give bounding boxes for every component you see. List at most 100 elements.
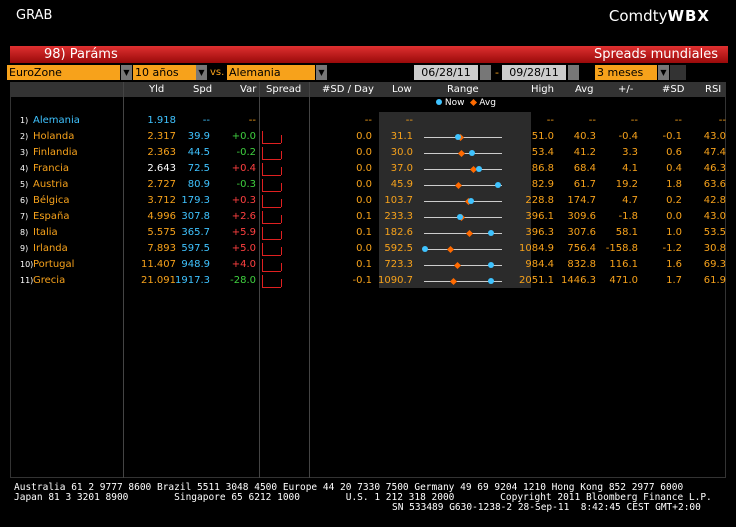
col-yld[interactable]: Yld (149, 83, 164, 97)
col-rsi[interactable]: RSI (705, 83, 721, 97)
row-high: 1084.9 (519, 243, 554, 254)
row-rsi: -- (718, 115, 726, 126)
row-sd-day: 0.0 (356, 131, 372, 142)
now-legend-icon (436, 99, 442, 105)
spread-sparkline[interactable] (262, 179, 282, 192)
row-sd: 0.2 (666, 195, 682, 206)
row-plus-minus: -0.4 (618, 131, 638, 142)
row-rsi: 69.3 (703, 259, 726, 270)
table-row[interactable]: 3) Finlandia 2.363 44.5 -0.2 0.0 30.0 53.4 41.2 3… (0, 145, 736, 161)
col-var[interactable]: Var (240, 83, 256, 97)
extra-control[interactable] (670, 65, 686, 80)
row-spd: 44.5 (187, 147, 210, 158)
range-line (424, 185, 502, 186)
vs-label: vs. (210, 67, 225, 78)
col-spread[interactable]: Spread (266, 83, 301, 97)
range-avg-marker (449, 277, 457, 286)
row-yld: 7.893 (147, 243, 176, 254)
row-avg: 756.4 (567, 243, 596, 254)
table-row[interactable]: 2) Holanda 2.317 39.9 +0.0 0.0 31.1 51.0 40.3 -0.… (0, 129, 736, 145)
period-dropdown-icon[interactable]: ▼ (658, 65, 669, 80)
end-date-field[interactable]: 09/28/11 (502, 65, 566, 80)
params-button[interactable]: 98) Paráms (44, 47, 118, 62)
row-high: 396.3 (525, 227, 554, 238)
row-country: Francia (33, 163, 70, 174)
row-avg: 61.7 (573, 179, 596, 190)
range-now-marker (488, 262, 495, 268)
col-plus-minus[interactable]: +/- (618, 83, 633, 97)
table-row[interactable]: 9) Irlanda 7.893 597.5 +5.0 0.0 592.5 1084.9 756… (0, 241, 736, 257)
col-spd[interactable]: Spd (193, 83, 212, 97)
range-avg-marker (446, 245, 454, 254)
row-rsi: 47.4 (703, 147, 726, 158)
row-low: 31.1 (390, 131, 413, 142)
period-select[interactable]: 3 meses (595, 65, 657, 80)
row-spd: -- (202, 115, 210, 126)
tenor-dropdown-icon[interactable]: ▼ (196, 65, 207, 80)
range-now-marker (456, 214, 463, 220)
table-row[interactable]: 11) Grecia 21.091 1917.3 -28.0 -0.1 1090.7 2051… (0, 273, 736, 289)
row-sd: 1.0 (666, 227, 682, 238)
spread-sparkline[interactable] (262, 243, 282, 256)
row-yld: 2.643 (147, 163, 176, 174)
function-title: ComdtyWBX (609, 7, 710, 25)
row-sd: -1.2 (662, 243, 682, 254)
row-rsi: 30.8 (703, 243, 726, 254)
col-sd[interactable]: #SD (662, 83, 684, 97)
col-range[interactable]: Range (447, 83, 479, 97)
range-now-marker (488, 278, 495, 284)
table-row[interactable]: 5) Austria 2.727 80.9 -0.3 0.0 45.9 82.9 61.7 19.… (0, 177, 736, 193)
row-sd-day: 0.0 (356, 243, 372, 254)
range-avg-marker (458, 149, 466, 158)
range-now-marker (476, 166, 483, 172)
row-sd: 1.6 (666, 259, 682, 270)
table-row[interactable]: 8) Italia 5.575 365.7 +5.9 0.1 182.6 396.3 307.6… (0, 225, 736, 241)
region-select[interactable]: EuroZone (7, 65, 120, 80)
spread-sparkline[interactable] (262, 163, 282, 176)
row-number: 6) (20, 196, 29, 205)
spread-sparkline[interactable] (262, 131, 282, 144)
col-sd-day[interactable]: #SD / Day (322, 83, 374, 97)
row-low: 37.0 (390, 163, 413, 174)
table-row[interactable]: 10) Portugal 11.407 948.9 +4.0 0.1 723.3 984.4 8… (0, 257, 736, 273)
row-sd-day: -0.1 (352, 275, 372, 286)
row-avg: 309.6 (567, 211, 596, 222)
row-avg: -- (588, 115, 596, 126)
end-calendar-icon[interactable] (568, 65, 579, 80)
row-yld: 4.996 (147, 211, 176, 222)
range-avg-marker (466, 229, 474, 238)
start-date-field[interactable]: 06/28/11 (414, 65, 478, 80)
title-bar: 98) Paráms Spreads mundiales (10, 46, 728, 63)
range-line (424, 249, 502, 250)
row-plus-minus: 3.3 (622, 147, 638, 158)
row-sd-day: 0.1 (356, 227, 372, 238)
benchmark-select[interactable]: Alemania (227, 65, 315, 80)
row-low: 233.3 (384, 211, 413, 222)
spread-sparkline[interactable] (262, 147, 282, 160)
col-low[interactable]: Low (392, 83, 412, 97)
col-avg[interactable]: Avg (575, 83, 594, 97)
row-sd-day: 0.0 (356, 179, 372, 190)
region-dropdown-icon[interactable]: ▼ (121, 65, 132, 80)
row-sd: 1.7 (666, 275, 682, 286)
table-row[interactable]: 4) Francia 2.643 72.5 +0.4 0.0 37.0 86.8 68.4 4.1… (0, 161, 736, 177)
start-calendar-icon[interactable] (480, 65, 491, 80)
row-sd-day: -- (364, 115, 372, 126)
spread-sparkline[interactable] (262, 275, 282, 288)
table-row[interactable]: 6) Bélgica 3.712 179.3 +0.3 0.0 103.7 228.8 174.… (0, 193, 736, 209)
table-row[interactable]: 7) España 4.996 307.8 +2.6 0.1 233.3 396.1 309.6… (0, 209, 736, 225)
row-sd: -0.1 (662, 131, 682, 142)
spread-sparkline[interactable] (262, 195, 282, 208)
row-sd: -- (674, 115, 682, 126)
spread-sparkline[interactable] (262, 227, 282, 240)
spread-sparkline[interactable] (262, 211, 282, 224)
range-legend: Now Avg (436, 98, 496, 108)
benchmark-dropdown-icon[interactable]: ▼ (316, 65, 327, 80)
row-high: 82.9 (531, 179, 554, 190)
row-number: 11) (20, 276, 34, 285)
spread-sparkline[interactable] (262, 259, 282, 272)
table-row[interactable]: 1) Alemania 1.918 -- -- -- -- -- -- -- -- -- (0, 113, 736, 129)
row-sd: 1.8 (666, 179, 682, 190)
row-number: 1) (20, 116, 29, 125)
col-high[interactable]: High (531, 83, 554, 97)
